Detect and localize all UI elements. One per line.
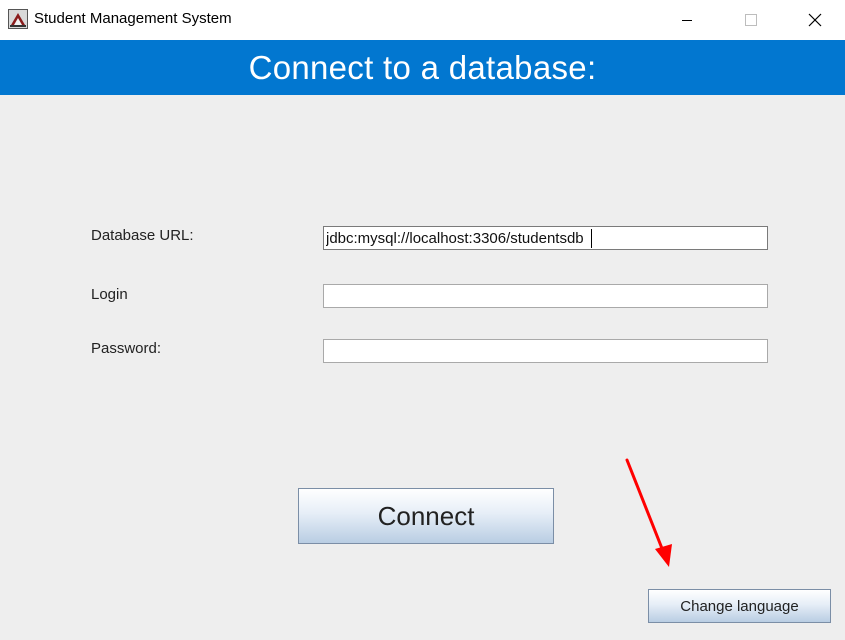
close-icon (808, 13, 822, 27)
connect-button[interactable]: Connect (298, 488, 554, 544)
password-input[interactable] (323, 339, 768, 363)
maximize-button[interactable] (728, 0, 774, 40)
change-language-button[interactable]: Change language (648, 589, 831, 623)
header-banner: Connect to a database: (0, 40, 845, 95)
app-icon (8, 9, 28, 29)
page-title: Connect to a database: (248, 48, 597, 86)
minimize-button[interactable] (664, 0, 710, 40)
password-label: Password: (91, 340, 162, 357)
minimize-icon (682, 20, 692, 21)
title-bar: Student Management System (0, 0, 845, 40)
login-input[interactable] (323, 284, 768, 308)
login-label: Login (91, 286, 128, 303)
database-url-label: Database URL: (91, 227, 194, 244)
window-title: Student Management System (34, 10, 232, 27)
text-caret (591, 229, 592, 248)
maximize-icon (745, 14, 757, 26)
close-button[interactable] (792, 0, 838, 40)
red-arrow-annotation (625, 458, 672, 567)
database-url-input[interactable] (323, 226, 768, 250)
